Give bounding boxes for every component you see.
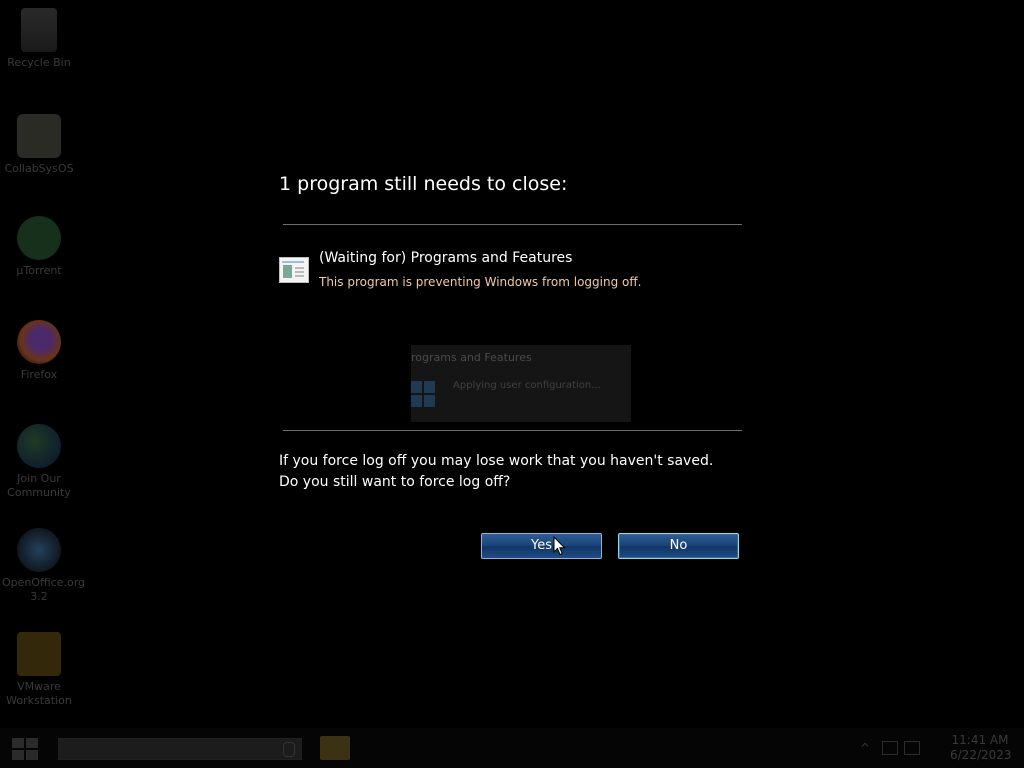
desktop-icon-openoffice[interactable]: OpenOffice.org 3.2 — [2, 528, 86, 604]
clock-date: 6/22/2023 — [950, 748, 1012, 762]
divider — [283, 430, 742, 431]
firefox-icon — [17, 320, 61, 364]
desktop-icon-collabsysos[interactable]: CollabSysOS — [2, 114, 76, 176]
taskbar: ^ 11:41 AM 6/22/2023 — [0, 728, 1024, 768]
chevron-up-icon[interactable]: ^ — [860, 741, 874, 755]
desktop-icon-label: VMware Workstation — [6, 680, 72, 707]
start-button[interactable] — [12, 738, 40, 760]
network-icon[interactable] — [882, 741, 898, 755]
blocking-program-reason: This program is preventing Windows from … — [319, 275, 642, 289]
warning-line-1: If you force log off you may lose work t… — [279, 453, 714, 469]
system-tray: ^ 11:41 AM 6/22/2023 — [860, 731, 1012, 765]
openoffice-icon — [17, 528, 61, 572]
blocking-program-name: (Waiting for) Programs and Features — [319, 250, 573, 266]
desktop-icon-utorrent[interactable]: µTorrent — [2, 216, 76, 278]
no-button[interactable]: No — [618, 533, 739, 559]
force-logoff-warning: If you force log off you may lose work t… — [279, 451, 713, 493]
utorrent-icon — [17, 216, 61, 260]
vmware-icon — [17, 632, 61, 676]
file-explorer-icon[interactable] — [320, 736, 350, 760]
preview-window-title: rograms and Features — [411, 351, 532, 364]
globe-icon — [17, 424, 61, 468]
desktop-icon-label: Firefox — [20, 368, 58, 381]
recycle-bin-icon — [21, 8, 57, 52]
desktop-icon-recycle-bin[interactable]: Recycle Bin — [2, 8, 76, 70]
speaker-icon[interactable] — [904, 741, 920, 755]
desktop-icon-join-community[interactable]: Join Our Community — [2, 424, 76, 500]
desktop-icon-label: µTorrent — [16, 264, 62, 277]
windows-logo-icon — [411, 381, 435, 407]
desktop-icon-label: Join Our Community — [7, 472, 71, 499]
folder-icon — [17, 114, 61, 158]
program-window-preview: rograms and Features Applying user confi… — [411, 345, 631, 422]
desktop-icon-label: Recycle Bin — [7, 56, 71, 69]
clock-time: 11:41 AM — [951, 733, 1009, 747]
microphone-icon[interactable] — [283, 742, 295, 757]
desktop-icon-label: OpenOffice.org 3.2 — [2, 576, 86, 603]
taskbar-search-box[interactable] — [58, 738, 302, 760]
yes-button[interactable]: Yes — [481, 533, 602, 559]
programs-and-features-icon — [279, 257, 309, 283]
desktop-icon-firefox[interactable]: Firefox — [2, 320, 76, 382]
desktop-icon-label: CollabSysOS — [4, 162, 74, 175]
dialog-title: 1 program still needs to close: — [279, 173, 568, 195]
taskbar-clock[interactable]: 11:41 AM 6/22/2023 — [950, 733, 1012, 763]
windows-logo-icon — [12, 738, 24, 748]
divider — [283, 224, 742, 225]
desktop-icon-vmware[interactable]: VMware Workstation — [2, 632, 76, 708]
preview-status-text: Applying user configuration... — [453, 380, 601, 391]
warning-line-2: Do you still want to force log off? — [279, 474, 511, 490]
